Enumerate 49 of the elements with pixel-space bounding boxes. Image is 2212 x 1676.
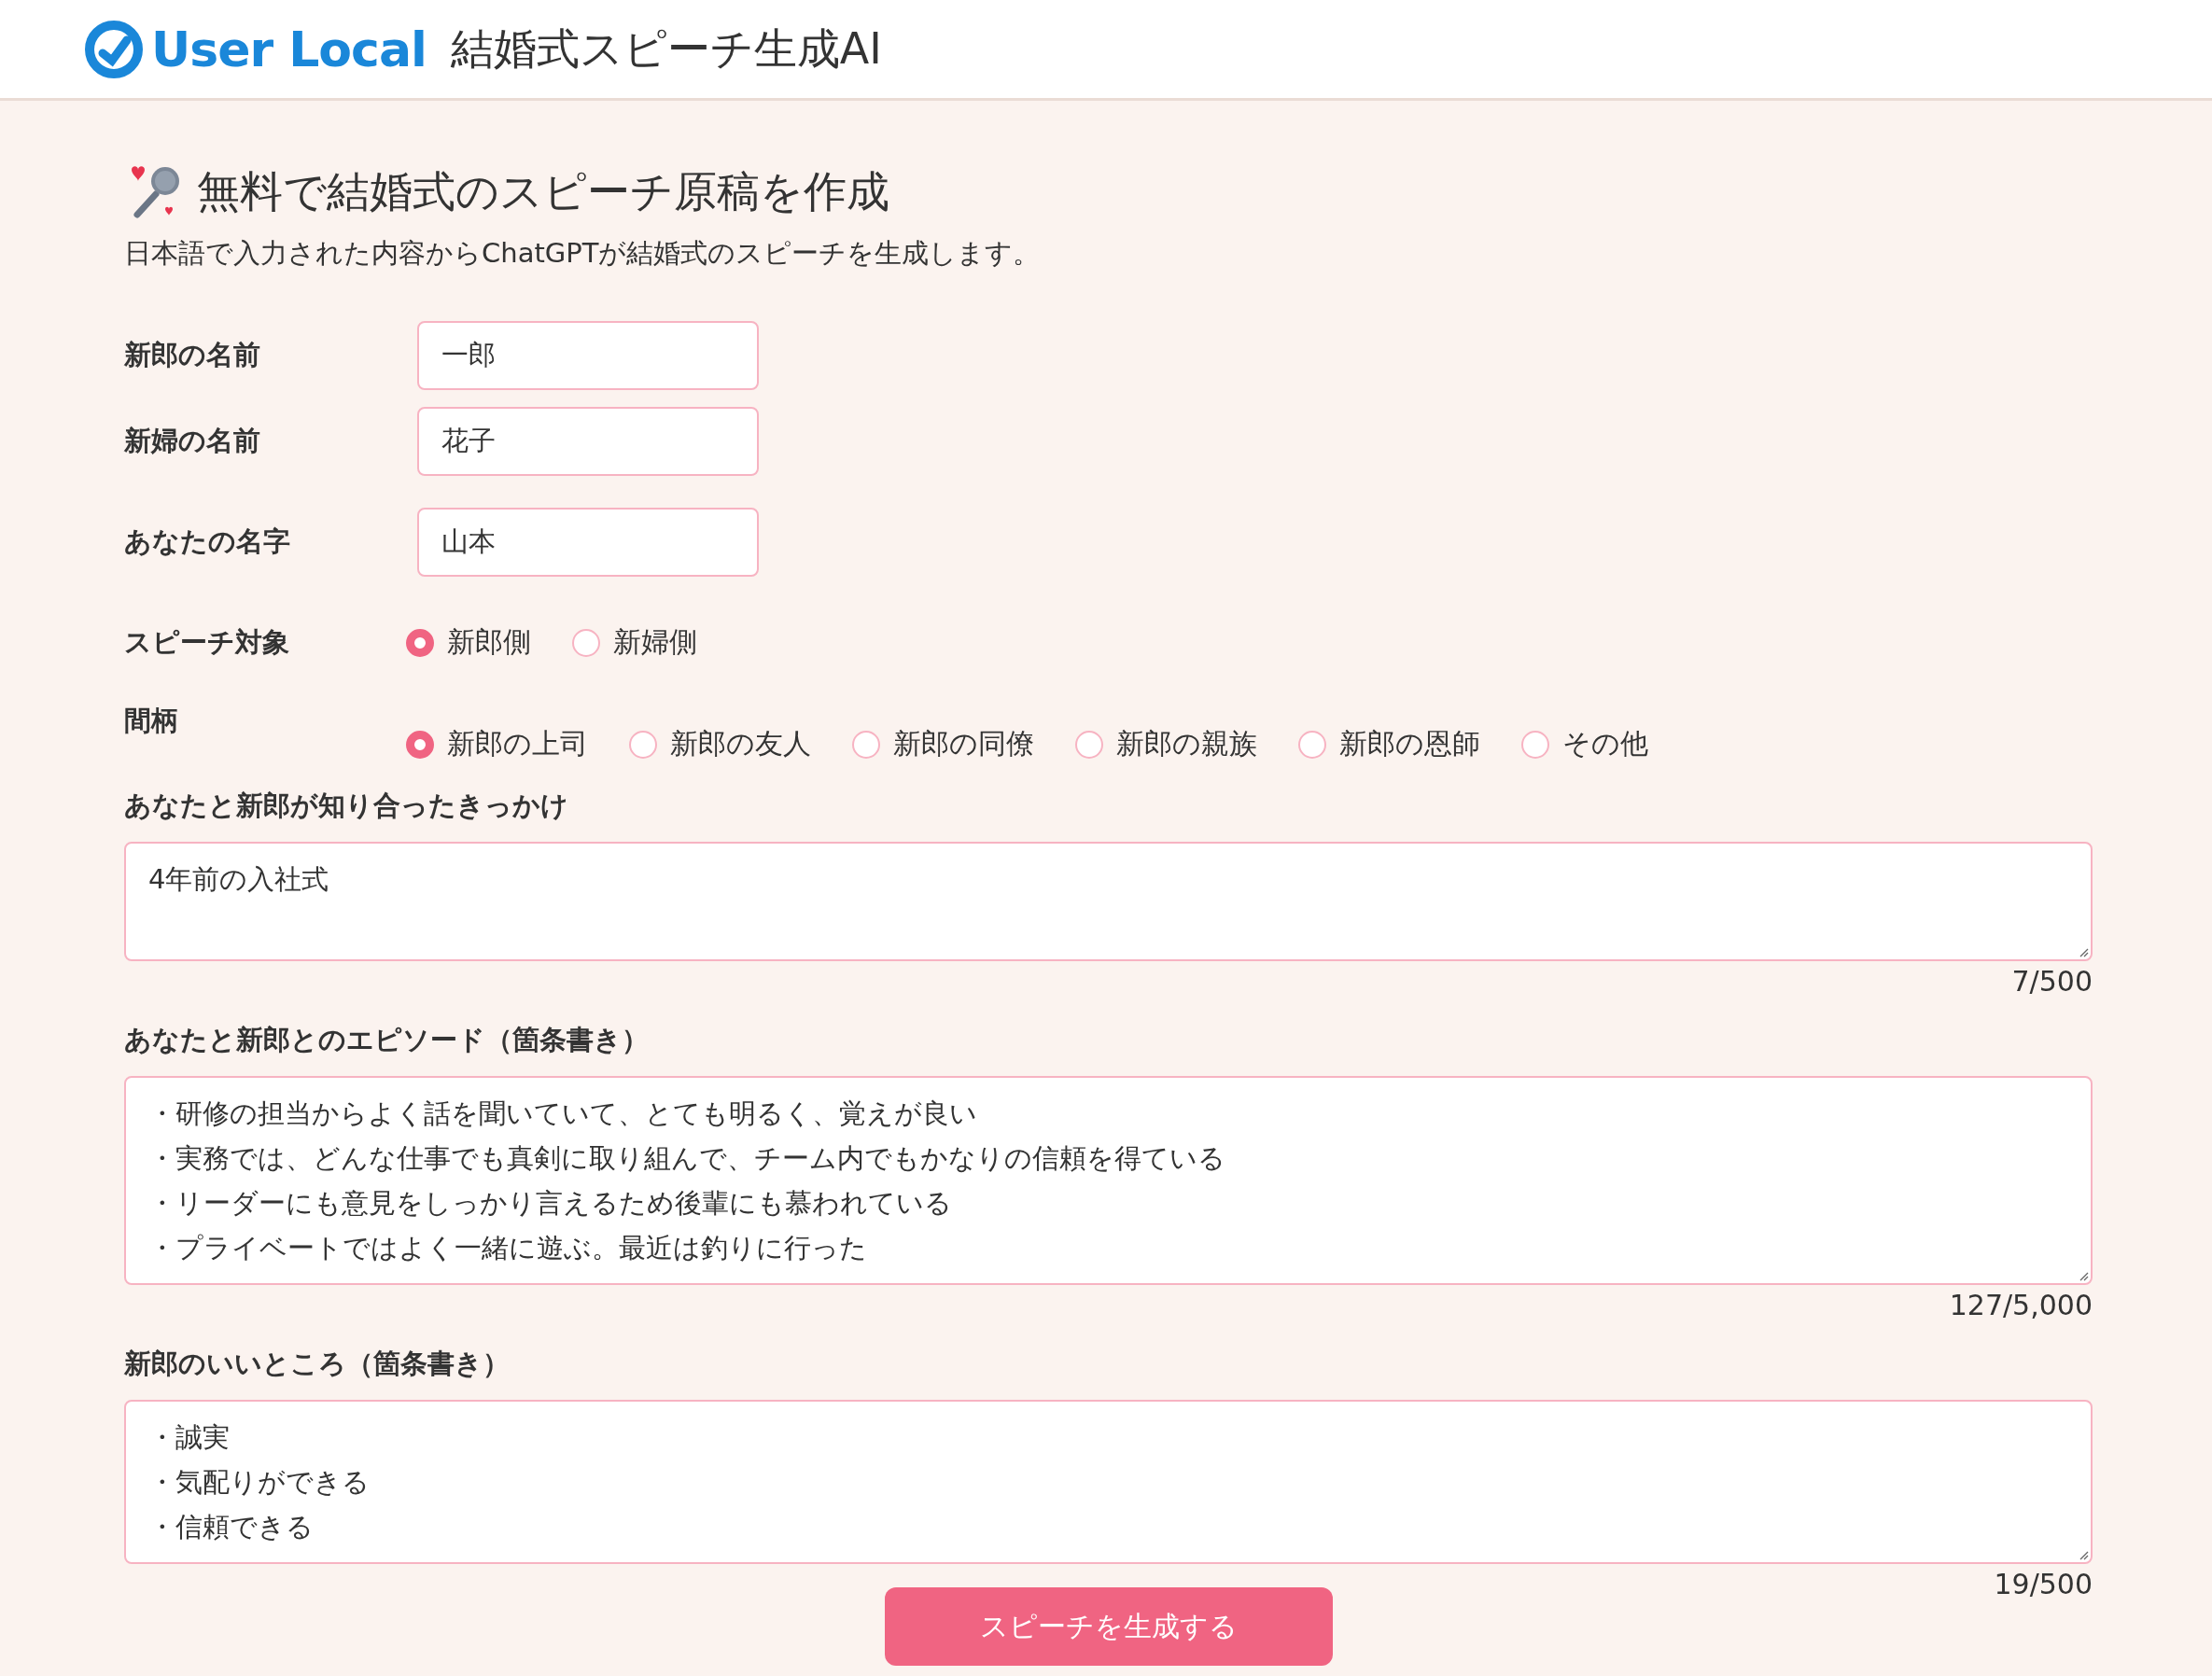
- radio-button[interactable]: [852, 730, 880, 759]
- text-area[interactable]: 4年前の入社式: [124, 842, 2093, 961]
- text-line: ・実務では、どんな仕事でも真剣に取り組んで、チーム内でもかなりの信頼を得ている: [148, 1141, 1225, 1176]
- text-line: ・誠実: [148, 1420, 230, 1455]
- app-title: 結婚式スピーチ生成AI: [450, 21, 882, 76]
- radio-button[interactable]: [1298, 730, 1326, 759]
- radio-label[interactable]: 新婦側: [613, 623, 697, 662]
- text-line: ・リーダーにも意見をしっかり言えるため後輩にも慕われている: [148, 1186, 952, 1221]
- text-line: ・プライベートではよく一緒に遊ぶ。最近は釣りに行った: [148, 1231, 867, 1265]
- input-field[interactable]: 花子: [417, 407, 759, 476]
- radio-button[interactable]: [1075, 730, 1103, 759]
- field-label: 新婦の名前: [124, 424, 261, 458]
- radio-label[interactable]: 新郎の友人: [670, 725, 811, 763]
- field-label: 新郎の名前: [124, 338, 261, 372]
- brand-name[interactable]: User Local: [151, 21, 427, 77]
- radio-button[interactable]: [1521, 730, 1549, 759]
- field-label: スピーチ対象: [124, 624, 290, 660]
- field-label: あなたの名字: [124, 524, 291, 559]
- radio-label[interactable]: 新郎側: [447, 623, 531, 662]
- radio-button[interactable]: [406, 730, 434, 759]
- input-field[interactable]: 一郎: [417, 321, 759, 390]
- field-label: 間柄: [124, 704, 179, 738]
- page-heading: 無料で結婚式のスピーチ原稿を作成: [197, 165, 889, 218]
- radio-label[interactable]: 新郎の同僚: [893, 725, 1034, 763]
- field-label: あなたと新郎とのエピソード（箇条書き）: [124, 1023, 650, 1057]
- text-area[interactable]: ・研修の担当からよく話を聞いていて、とても明るく、覚えが良い ・実務では、どんな仕事でも真剣に取り組んで、チーム内でもかなりの信頼を得ている ・リーダーにも意見をしっかり言えるため後輩にも慕われている ・プライベートではよく一緒に遊ぶ。最近は釣りに行った: [124, 1076, 2093, 1285]
- text-line: ・信頼できる: [148, 1510, 314, 1544]
- radio-label[interactable]: 新郎の親族: [1116, 725, 1257, 763]
- radio-label[interactable]: 新郎の上司: [447, 725, 588, 763]
- radio-label[interactable]: その他: [1562, 725, 1648, 763]
- resize-grip-icon: [2078, 1270, 2089, 1281]
- logo-icon: [84, 19, 144, 79]
- radio-button[interactable]: [406, 628, 434, 657]
- text-line: ・気配りができる: [148, 1465, 370, 1500]
- field-label: あなたと新郎が知り合ったきっかけ: [124, 789, 569, 823]
- resize-grip-icon: [2078, 946, 2089, 957]
- radio-button[interactable]: [572, 628, 600, 657]
- text-line: ・研修の担当からよく話を聞いていて、とても明るく、覚えが良い: [148, 1096, 977, 1131]
- radio-button[interactable]: [629, 730, 657, 759]
- resize-grip-icon: [2078, 1549, 2089, 1560]
- character-count: 7/500: [2011, 965, 2093, 998]
- input-field[interactable]: 山本: [417, 508, 759, 577]
- radio-label[interactable]: 新郎の恩師: [1339, 725, 1480, 763]
- description: 日本語で入力された内容からChatGPTが結婚式のスピーチを生成します。: [124, 236, 1042, 271]
- character-count: 19/500: [1994, 1568, 2093, 1600]
- character-count: 127/5,000: [1949, 1289, 2093, 1321]
- text-line: 4年前の入社式: [148, 862, 329, 897]
- text-area[interactable]: ・誠実 ・気配りができる ・信頼できる: [124, 1400, 2093, 1564]
- field-label: 新郎のいいところ（箇条書き）: [124, 1347, 511, 1381]
